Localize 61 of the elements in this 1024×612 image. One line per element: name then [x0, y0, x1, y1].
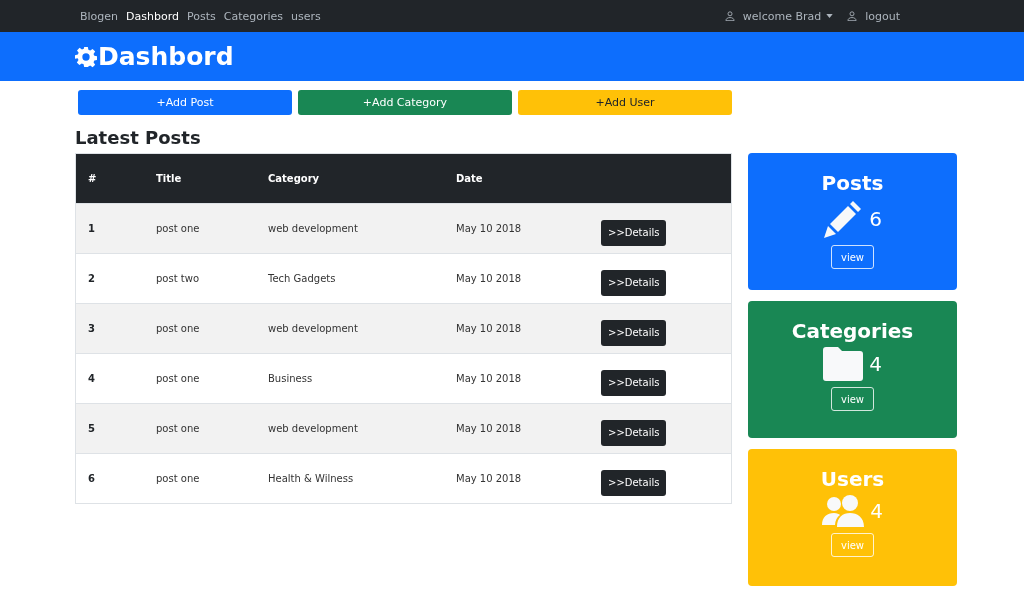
- nav-link[interactable]: users: [291, 9, 321, 23]
- table-cell: 4: [75, 353, 155, 404]
- table-cell: 3: [75, 303, 155, 354]
- table-cell: post one: [155, 403, 267, 454]
- details-button[interactable]: >>Details: [601, 269, 667, 296]
- count-text: 4: [870, 499, 883, 523]
- card-title: Users: [820, 467, 885, 491]
- table-cell: 6: [75, 453, 155, 504]
- add-button[interactable]: +Add User: [518, 90, 732, 115]
- logout-link[interactable]: logout: [865, 9, 900, 23]
- user-icon: [724, 11, 735, 21]
- table-cell: May 10 2018: [455, 203, 600, 254]
- column-header: #: [75, 153, 155, 204]
- section-heading: Latest Posts: [75, 127, 202, 148]
- details-button[interactable]: >>Details: [601, 419, 667, 446]
- table-cell: web development: [267, 403, 455, 454]
- add-button[interactable]: +Add Category: [298, 90, 512, 115]
- table-cell: Health & Wilness: [267, 453, 455, 504]
- table-cell: 2: [75, 253, 155, 304]
- details-button[interactable]: >>Details: [601, 319, 667, 346]
- view-button[interactable]: view: [831, 387, 874, 411]
- table-cell: May 10 2018: [455, 403, 600, 454]
- table-cell: May 10 2018: [455, 303, 600, 354]
- table-cell: May 10 2018: [455, 253, 600, 304]
- gear-icon: [75, 45, 97, 68]
- table-cell: 1: [75, 203, 155, 254]
- brand-link[interactable]: Blogen: [80, 9, 119, 23]
- count-text: 6: [869, 207, 882, 231]
- column-header: Date: [455, 153, 600, 204]
- folder-icon: [823, 347, 864, 381]
- table-cell: Business: [267, 353, 455, 404]
- table-cell: web development: [267, 303, 455, 354]
- user-icon: [847, 11, 858, 21]
- table-cell: 5: [75, 403, 155, 454]
- count-text: 4: [869, 352, 882, 376]
- table-cell: May 10 2018: [455, 453, 600, 504]
- nav-link[interactable]: Dashbord: [126, 9, 179, 23]
- column-header: Category: [267, 153, 455, 204]
- users-icon: [822, 495, 865, 527]
- pencil-icon: [823, 199, 864, 239]
- details-button[interactable]: >>Details: [601, 469, 667, 496]
- view-button[interactable]: view: [831, 245, 874, 269]
- table-cell: post one: [155, 203, 267, 254]
- user-menu-link[interactable]: welcome Brad: [742, 9, 822, 23]
- nav-link[interactable]: Categories: [223, 9, 284, 23]
- table-cell: Tech Gadgets: [267, 253, 455, 304]
- nav-link[interactable]: Posts: [187, 9, 216, 23]
- table-cell: post one: [155, 303, 267, 354]
- table-cell: web development: [267, 203, 455, 254]
- column-header: Title: [155, 153, 267, 204]
- add-button[interactable]: +Add Post: [78, 90, 292, 115]
- caret-icon: [826, 14, 834, 18]
- card-title: Categories: [791, 319, 914, 343]
- table-cell: post two: [155, 253, 267, 304]
- table-cell: post one: [155, 453, 267, 504]
- details-button[interactable]: >>Details: [601, 219, 667, 246]
- page-title: Dashbord: [98, 42, 234, 71]
- card-title: Posts: [821, 171, 884, 195]
- table-cell: post one: [155, 353, 267, 404]
- table-cell: May 10 2018: [455, 353, 600, 404]
- details-button[interactable]: >>Details: [601, 369, 667, 396]
